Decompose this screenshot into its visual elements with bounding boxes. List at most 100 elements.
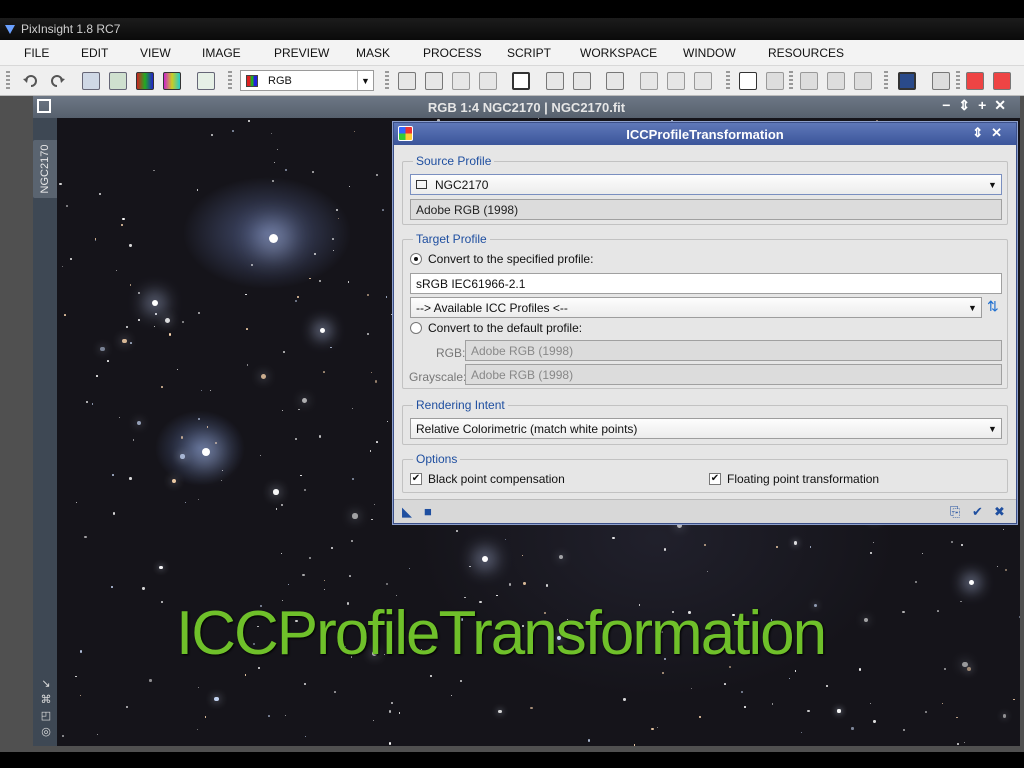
- convert-specified-radio[interactable]: Convert to the specified profile:: [410, 252, 593, 266]
- new-preview-icon[interactable]: [109, 72, 127, 90]
- source-profile-group: Source Profile NGC2170 ▼ Adobe RGB (1998…: [402, 154, 1008, 225]
- bright-star: [202, 448, 210, 456]
- star: [352, 478, 354, 481]
- menu-mask[interactable]: MASK: [356, 46, 390, 60]
- menu-resources[interactable]: RESOURCES: [768, 46, 844, 60]
- floating-point-checkbox[interactable]: ✔ Floating point transformation: [709, 472, 879, 486]
- mask-invert-icon[interactable]: [452, 72, 470, 90]
- window-menu-icon[interactable]: [37, 99, 51, 113]
- mask-edit-icon[interactable]: [425, 72, 443, 90]
- caption-overlay: ICCProfileTransformation: [176, 599, 827, 668]
- star: [661, 672, 664, 675]
- convert-default-radio[interactable]: Convert to the default profile:: [410, 321, 582, 335]
- mask-show-icon[interactable]: [398, 72, 416, 90]
- explorer-icon[interactable]: [800, 72, 818, 90]
- reset-icon[interactable]: ⎘: [950, 504, 960, 520]
- star: [282, 350, 286, 354]
- shrink-icon[interactable]: ◰: [37, 708, 55, 724]
- star: [864, 617, 869, 623]
- options-group: Options ✔ Black point compensation ✔ Flo…: [402, 452, 1008, 493]
- menu-edit[interactable]: EDIT: [81, 46, 108, 60]
- close-all-icon[interactable]: [966, 72, 984, 90]
- menu-image[interactable]: IMAGE: [202, 46, 241, 60]
- target-icon[interactable]: ◎: [37, 724, 55, 740]
- star: [171, 478, 176, 483]
- window-controls[interactable]: −⇕+✕: [942, 97, 1014, 114]
- star: [623, 698, 626, 701]
- history-icon[interactable]: [827, 72, 845, 90]
- star: [250, 263, 253, 266]
- zoom-fit-icon[interactable]: [512, 72, 530, 90]
- specified-profile-input[interactable]: sRGB IEC61966-2.1: [410, 273, 1002, 294]
- star: [204, 715, 207, 718]
- star: [129, 244, 132, 247]
- star: [132, 439, 134, 441]
- star: [59, 182, 62, 186]
- refresh-icon[interactable]: ⇅: [987, 298, 999, 315]
- star: [129, 342, 132, 344]
- stf-auto-icon[interactable]: [694, 72, 712, 90]
- workspace-icon[interactable]: [932, 72, 950, 90]
- menu-window[interactable]: WINDOW: [683, 46, 736, 60]
- star: [1004, 568, 1007, 571]
- stf-icon[interactable]: [640, 72, 658, 90]
- stf-reset-icon[interactable]: [667, 72, 685, 90]
- toolbar-separator: [884, 71, 888, 91]
- rgb-channels-icon[interactable]: [136, 72, 154, 90]
- window-icon[interactable]: [739, 72, 757, 90]
- arrow-icon[interactable]: ↘: [37, 676, 55, 692]
- star: [69, 258, 73, 261]
- menu-preview[interactable]: PREVIEW: [274, 46, 329, 60]
- star: [1016, 310, 1019, 313]
- star: [588, 739, 591, 742]
- star: [184, 501, 187, 504]
- menu-process[interactable]: PROCESS: [423, 46, 482, 60]
- menu-view[interactable]: VIEW: [140, 46, 171, 60]
- star: [943, 668, 946, 671]
- readout-icon[interactable]: [546, 72, 564, 90]
- new-instance-icon[interactable]: ◣: [402, 504, 412, 520]
- pan-icon[interactable]: [573, 72, 591, 90]
- rendering-intent-combo[interactable]: Relative Colorimetric (match white point…: [410, 418, 1002, 439]
- monitor-icon[interactable]: [898, 72, 916, 90]
- star: [245, 674, 247, 676]
- menu-script[interactable]: SCRIPT: [507, 46, 551, 60]
- toolbar-separator: [385, 71, 389, 91]
- redo-icon[interactable]: [48, 72, 66, 90]
- mask-remove-icon[interactable]: [479, 72, 497, 90]
- exit-icon[interactable]: [993, 72, 1011, 90]
- undo-icon[interactable]: [22, 72, 40, 90]
- window-close-icon[interactable]: [766, 72, 784, 90]
- star: [330, 546, 334, 549]
- default-rgb-field: Adobe RGB (1998): [465, 340, 1002, 361]
- menu-file[interactable]: FILE: [24, 46, 49, 60]
- available-profiles-combo[interactable]: --> Available ICC Profiles <-- ▼: [410, 297, 982, 318]
- star: [903, 729, 906, 732]
- star: [115, 270, 117, 272]
- star: [91, 403, 93, 405]
- menu-workspace[interactable]: WORKSPACE: [580, 46, 657, 60]
- zoom-in-icon[interactable]: [606, 72, 624, 90]
- new-image-icon[interactable]: [82, 72, 100, 90]
- apply-global-icon[interactable]: ■: [424, 504, 432, 519]
- source-view-combo[interactable]: NGC2170 ▼: [410, 174, 1002, 195]
- star: [323, 579, 326, 581]
- dialog-controls[interactable]: ⇕✕: [972, 125, 1010, 141]
- star: [161, 601, 163, 603]
- star: [287, 584, 289, 586]
- expand-icon[interactable]: ✖: [994, 504, 1005, 520]
- add-view-icon[interactable]: [197, 72, 215, 90]
- console-icon[interactable]: [854, 72, 872, 90]
- star: [112, 512, 116, 515]
- star: [703, 544, 707, 547]
- color-channels-icon[interactable]: [163, 72, 181, 90]
- star: [837, 709, 841, 713]
- radio-unselected-icon: [410, 322, 422, 334]
- black-point-checkbox[interactable]: ✔ Black point compensation: [410, 472, 565, 486]
- apply-icon[interactable]: ✔: [972, 504, 983, 520]
- image-window-titlebar[interactable]: RGB 1:4 NGC2170 | NGC2170.fit −⇕+✕: [33, 96, 1020, 118]
- dialog-titlebar[interactable]: ICCProfileTransformation ⇕✕: [394, 123, 1016, 145]
- fit-icon[interactable]: ⌘: [37, 692, 55, 708]
- side-tab-ngc2170[interactable]: NGC2170: [33, 140, 57, 198]
- channel-select[interactable]: RGB ▼: [240, 70, 374, 91]
